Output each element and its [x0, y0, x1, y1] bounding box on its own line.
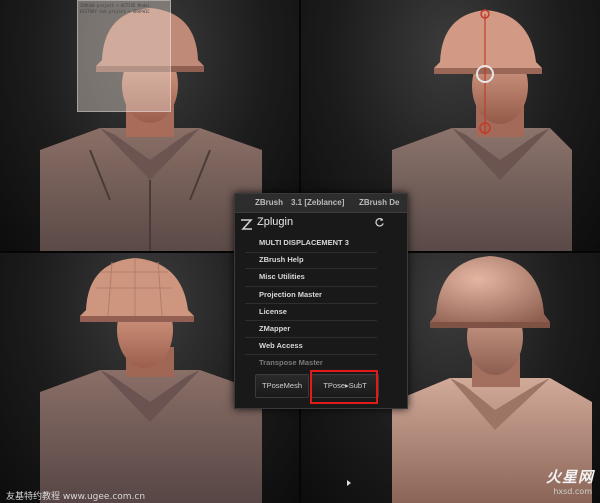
highlight-box — [310, 370, 378, 404]
watermark-url: hxsd.com — [553, 487, 592, 496]
menu-item-zmapper[interactable]: ZMapper — [259, 324, 290, 333]
reference-image-overlay: ZBRUSH project • ACTIVE Model HISTORY ta… — [77, 0, 171, 112]
refresh-icon[interactable] — [374, 217, 385, 228]
menu-item-license[interactable]: License — [259, 307, 287, 316]
menu-separator — [245, 252, 377, 253]
menu-separator — [245, 268, 377, 269]
menu-separator — [245, 303, 377, 304]
footer-credit: 友基特约教程 www.ugee.com.cn — [6, 492, 146, 502]
menu-item-zbrush-help[interactable]: ZBrush Help — [259, 255, 304, 264]
menu-item-misc-utilities[interactable]: Misc Utilities — [259, 272, 305, 281]
watermark-text: 火星网 — [545, 468, 594, 486]
topbar-item-version[interactable]: 3.1 [Zeblance] — [291, 194, 344, 212]
zbrush-topbar: ZBrush 3.1 [Zeblance] ZBrush De — [235, 194, 407, 213]
tposemesh-button[interactable]: TPoseMesh — [255, 374, 309, 398]
zbrush-logo-icon — [241, 219, 253, 230]
reference-caption-2: HISTORY tab project • GRAPHIC — [80, 9, 150, 14]
menu-item-web-access[interactable]: Web Access — [259, 341, 303, 350]
zplugin-title: Zplugin — [257, 216, 294, 228]
menu-separator — [245, 286, 377, 287]
menu-item-multi-displacement[interactable]: MULTI DISPLACEMENT 3 — [259, 238, 349, 247]
zplugin-header: Zplugin — [235, 213, 407, 235]
watermark-logo: 火星网 hxsd.com — [510, 464, 598, 502]
menu-separator — [245, 320, 377, 321]
menu-separator — [245, 337, 377, 338]
cursor-icon — [347, 480, 351, 486]
menu-item-transpose-master[interactable]: Transpose Master — [259, 358, 323, 367]
reference-caption-1: ZBRUSH project • ACTIVE Model — [80, 3, 150, 8]
topbar-item-docs[interactable]: ZBrush De — [359, 194, 399, 212]
topbar-item-app[interactable]: ZBrush — [255, 194, 283, 212]
menu-separator — [245, 354, 377, 355]
menu-item-projection-master[interactable]: Projection Master — [259, 290, 322, 299]
